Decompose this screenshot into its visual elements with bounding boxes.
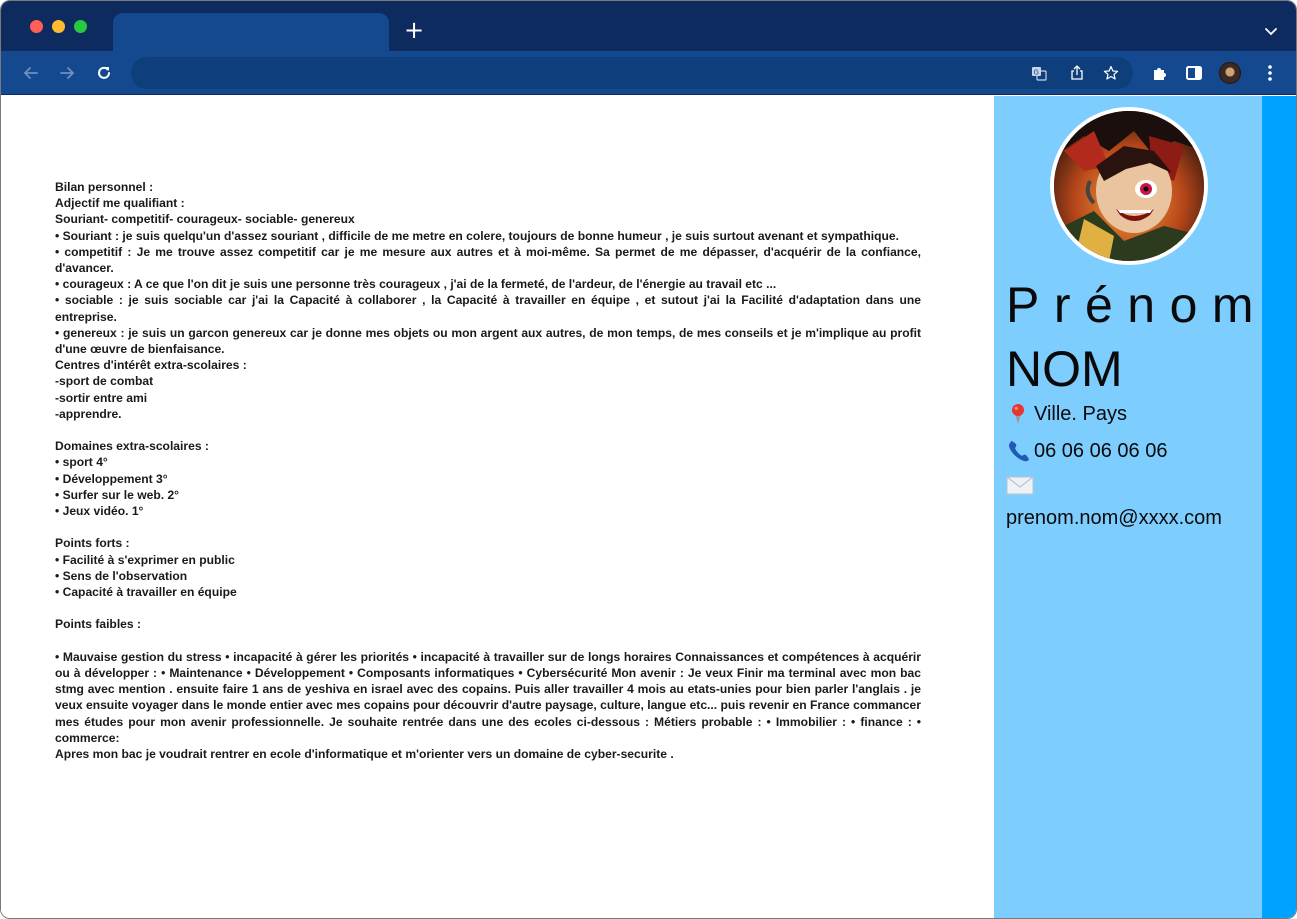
translate-icon[interactable]: G [1029,63,1049,83]
side-panel-icon[interactable] [1183,62,1205,84]
cv-paragraph: Adjectif me qualifiant : [55,196,185,211]
share-icon[interactable] [1067,63,1087,83]
new-tab-button[interactable]: + [403,18,425,42]
telephone-icon [1006,439,1034,463]
more-options-icon[interactable] [1259,62,1281,84]
contact-phone: 06 06 06 06 06 [1034,440,1168,462]
profile-avatar-icon[interactable] [1219,62,1241,84]
cv-paragraph [55,519,921,535]
cv-paragraph: • sociable : je suis sociable car j'ai l… [55,293,921,324]
cv-paragraph: • Souriant : je suis quelqu'un d'assez s… [55,228,899,243]
reload-icon[interactable] [92,61,116,85]
cv-paragraph: -sport de combat [55,374,154,389]
cv-paragraph: Points faibles : [55,617,142,632]
cv-paragraph: -apprendre. [55,406,122,421]
forward-arrow-icon[interactable] [55,61,79,85]
cv-paragraph: • courageux : A ce que l'on dit je suis … [55,277,777,292]
minimize-window-button[interactable] [52,20,65,33]
back-arrow-icon[interactable] [19,61,43,85]
cv-paragraph: • genereux : je suis un garcon genereux … [55,325,921,357]
envelope-icon [1006,474,1034,498]
close-window-button[interactable] [30,20,43,33]
browser-toolbar: G [1,51,1296,95]
page-viewport: Bilan personnel : Adjectif me qualifiant … [1,96,1296,918]
cv-paragraph [55,422,921,438]
cv-main-text: Bilan personnel : Adjectif me qualifiant … [55,179,921,762]
contact-email-icon-row [1006,474,1034,498]
accent-edge-bar [1262,96,1296,918]
first-name: Prénom [1006,277,1269,333]
address-bar[interactable]: G [131,57,1133,89]
cv-paragraph: • Capacité à travailler en équipe [55,585,237,600]
cv-paragraph: Souriant- competitif- courageux- sociabl… [55,212,355,227]
svg-text:G: G [1034,69,1039,77]
contact-email-row: prenom.nom@xxxx.com [1006,506,1222,530]
cv-paragraph: -sortir entre ami [55,390,148,405]
cv-paragraph: • competitif : Je me trouve assez compet… [55,244,921,276]
contact-email: prenom.nom@xxxx.com [1006,507,1222,529]
cv-paragraph [55,600,921,616]
cv-paragraph [55,633,921,649]
browser-window: + G Bilan personnel: Adjectif me qualif… [0,0,1297,919]
extensions-puzzle-icon[interactable] [1149,62,1171,84]
last-name: NOM [1006,341,1123,397]
maximize-window-button[interactable] [74,20,87,33]
contact-city: Ville. Pays [1034,403,1128,425]
cv-paragraph: • Surfer sur le web. 2° [55,487,180,502]
tab-strip: + [1,1,1296,51]
active-tab[interactable] [113,13,389,51]
cv-paragraph: • Jeux vidéo. 1° [55,504,144,519]
cv-paragraph: • Sens de l'observation [55,568,188,583]
location-pin-icon [1006,402,1034,426]
cv-paragraph: • Facilité à s'exprimer en public [55,552,235,567]
cv-paragraph: Centres d'intérêt extra-scolaires : [55,358,247,373]
contact-phone-row: 06 06 06 06 06 [1006,439,1167,463]
cv-paragraph: Bilan personnel : [55,180,154,194]
tab-search-chevron-icon[interactable] [1264,23,1278,36]
cv-paragraph: • Développement 3° [55,471,168,486]
cv-paragraph: • sport 4° [55,455,108,470]
cv-sidebar: Prénom NOM Ville. Pays 06 06 06 06 06 pr… [994,96,1262,918]
cv-paragraph: • Mauvaise gestion du stress • incapacit… [55,649,921,745]
cv-paragraph: Apres mon bac je voudrait rentrer en eco… [55,747,674,762]
contact-city-row: Ville. Pays [1006,402,1127,426]
cv-paragraph: Points forts : [55,536,130,551]
profile-photo [1050,107,1208,265]
cv-paragraph: Domaines extra-scolaires : [55,439,209,454]
bookmark-star-icon[interactable] [1101,63,1121,83]
